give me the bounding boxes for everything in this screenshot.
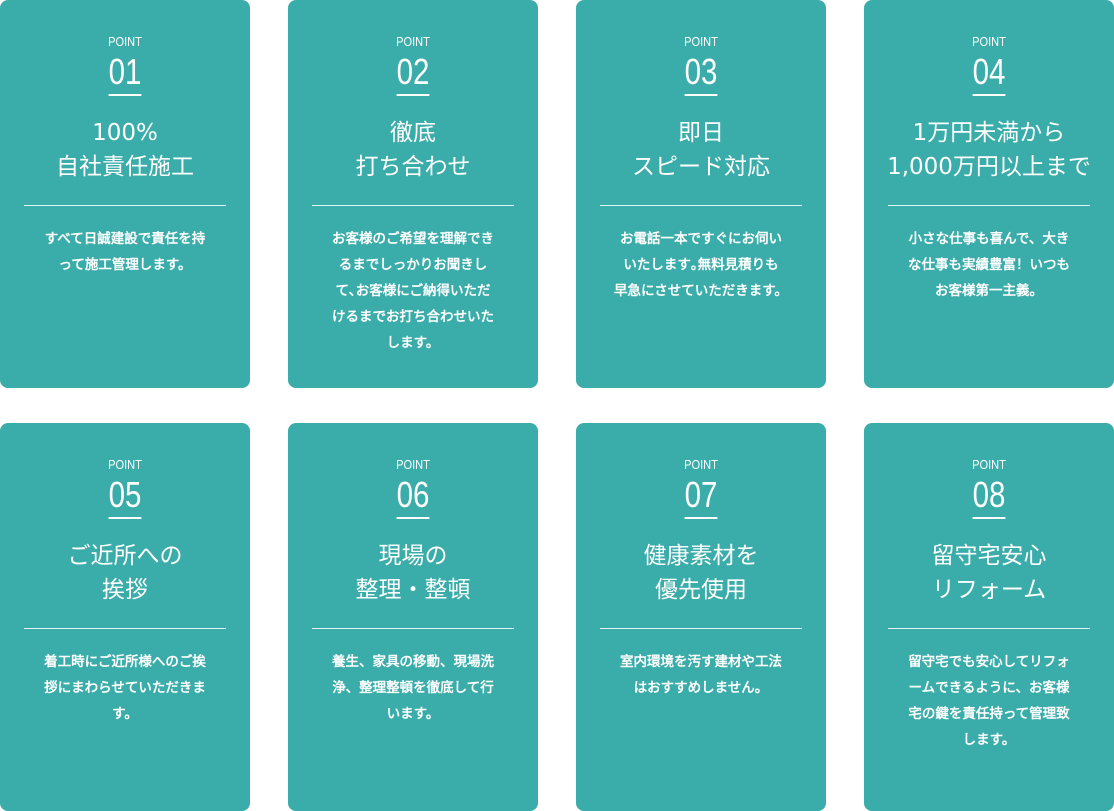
point-number: 03 bbox=[684, 52, 718, 96]
point-title: 100% 自社責任施工 bbox=[56, 120, 194, 180]
point-description: 着工時にご近所様へのご挨 拶にまわらせていただきま す。 bbox=[44, 654, 206, 722]
point-card-08: POINT 08 留守宅安心 リフォーム 留守宅でも安心してリフォ ームできるよ… bbox=[864, 423, 1114, 811]
point-card-02: POINT 02 徹底 打ち合わせ お客様のご希望を理解でき るまでしっかりお聞… bbox=[288, 0, 538, 388]
point-description: 小さな仕事も喜んで、大き な仕事も実績豊富！いつも お客様第一主義。 bbox=[908, 231, 1070, 299]
point-number: 07 bbox=[684, 475, 718, 519]
divider bbox=[24, 205, 226, 206]
point-number: 05 bbox=[108, 475, 142, 519]
point-description: 留守宅でも安心してリフォ ームできるように、お客様 宅の鍵を責任持って管理致 し… bbox=[908, 654, 1070, 748]
point-card-07: POINT 07 健康素材を 優先使用 室内環境を汚す建材や工法 はおすすめしま… bbox=[576, 423, 826, 811]
divider bbox=[24, 628, 226, 629]
point-description: 養生、家具の移動、現場洗 浄、整理整頓を徹底して行 います。 bbox=[332, 654, 494, 722]
point-number: 04 bbox=[972, 52, 1006, 96]
point-number: 02 bbox=[396, 52, 430, 96]
point-description: すべて日誠建設で責任を持 って施工管理します。 bbox=[44, 231, 206, 273]
point-card-04: POINT 04 1万円未満から 1,000万円以上まで 小さな仕事も喜んで、大… bbox=[864, 0, 1114, 388]
point-description: 室内環境を汚す建材や工法 はおすすめしません。 bbox=[620, 654, 782, 696]
point-label: POINT bbox=[684, 34, 718, 49]
point-description: お客様のご希望を理解でき るまでしっかりお聞きし て､お客様にご納得いただ ける… bbox=[332, 231, 494, 351]
point-card-05: POINT 05 ご近所への 挨拶 着工時にご近所様へのご挨 拶にまわらせていた… bbox=[0, 423, 250, 811]
divider bbox=[888, 628, 1090, 629]
point-number: 08 bbox=[972, 475, 1006, 519]
point-label: POINT bbox=[396, 457, 430, 472]
point-title: 1万円未満から 1,000万円以上まで bbox=[887, 120, 1091, 180]
point-title: 即日 スピード対応 bbox=[632, 120, 770, 180]
point-label: POINT bbox=[972, 34, 1006, 49]
point-title: 留守宅安心 リフォーム bbox=[931, 543, 1047, 603]
divider bbox=[312, 628, 514, 629]
divider bbox=[888, 205, 1090, 206]
point-title: ご近所への 挨拶 bbox=[67, 543, 183, 603]
point-card-01: POINT 01 100% 自社責任施工 すべて日誠建設で責任を持 って施工管理… bbox=[0, 0, 250, 388]
point-number: 06 bbox=[396, 475, 430, 519]
point-label: POINT bbox=[108, 457, 142, 472]
point-label: POINT bbox=[684, 457, 718, 472]
point-number: 01 bbox=[108, 52, 142, 96]
point-title: 徹底 打ち合わせ bbox=[355, 120, 471, 180]
point-card-03: POINT 03 即日 スピード対応 お電話一本ですぐにお伺い いたします｡無料… bbox=[576, 0, 826, 388]
points-grid: POINT 01 100% 自社責任施工 すべて日誠建設で責任を持 って施工管理… bbox=[0, 0, 1114, 811]
divider bbox=[600, 628, 802, 629]
point-label: POINT bbox=[108, 34, 142, 49]
point-label: POINT bbox=[396, 34, 430, 49]
point-label: POINT bbox=[972, 457, 1006, 472]
point-card-06: POINT 06 現場の 整理・整頓 養生、家具の移動、現場洗 浄、整理整頓を徹… bbox=[288, 423, 538, 811]
point-title: 健康素材を 優先使用 bbox=[643, 543, 759, 603]
divider bbox=[312, 205, 514, 206]
divider bbox=[600, 205, 802, 206]
point-description: お電話一本ですぐにお伺い いたします｡無料見積りも 早急にさせていただきます。 bbox=[614, 231, 788, 299]
point-title: 現場の 整理・整頓 bbox=[355, 543, 471, 603]
